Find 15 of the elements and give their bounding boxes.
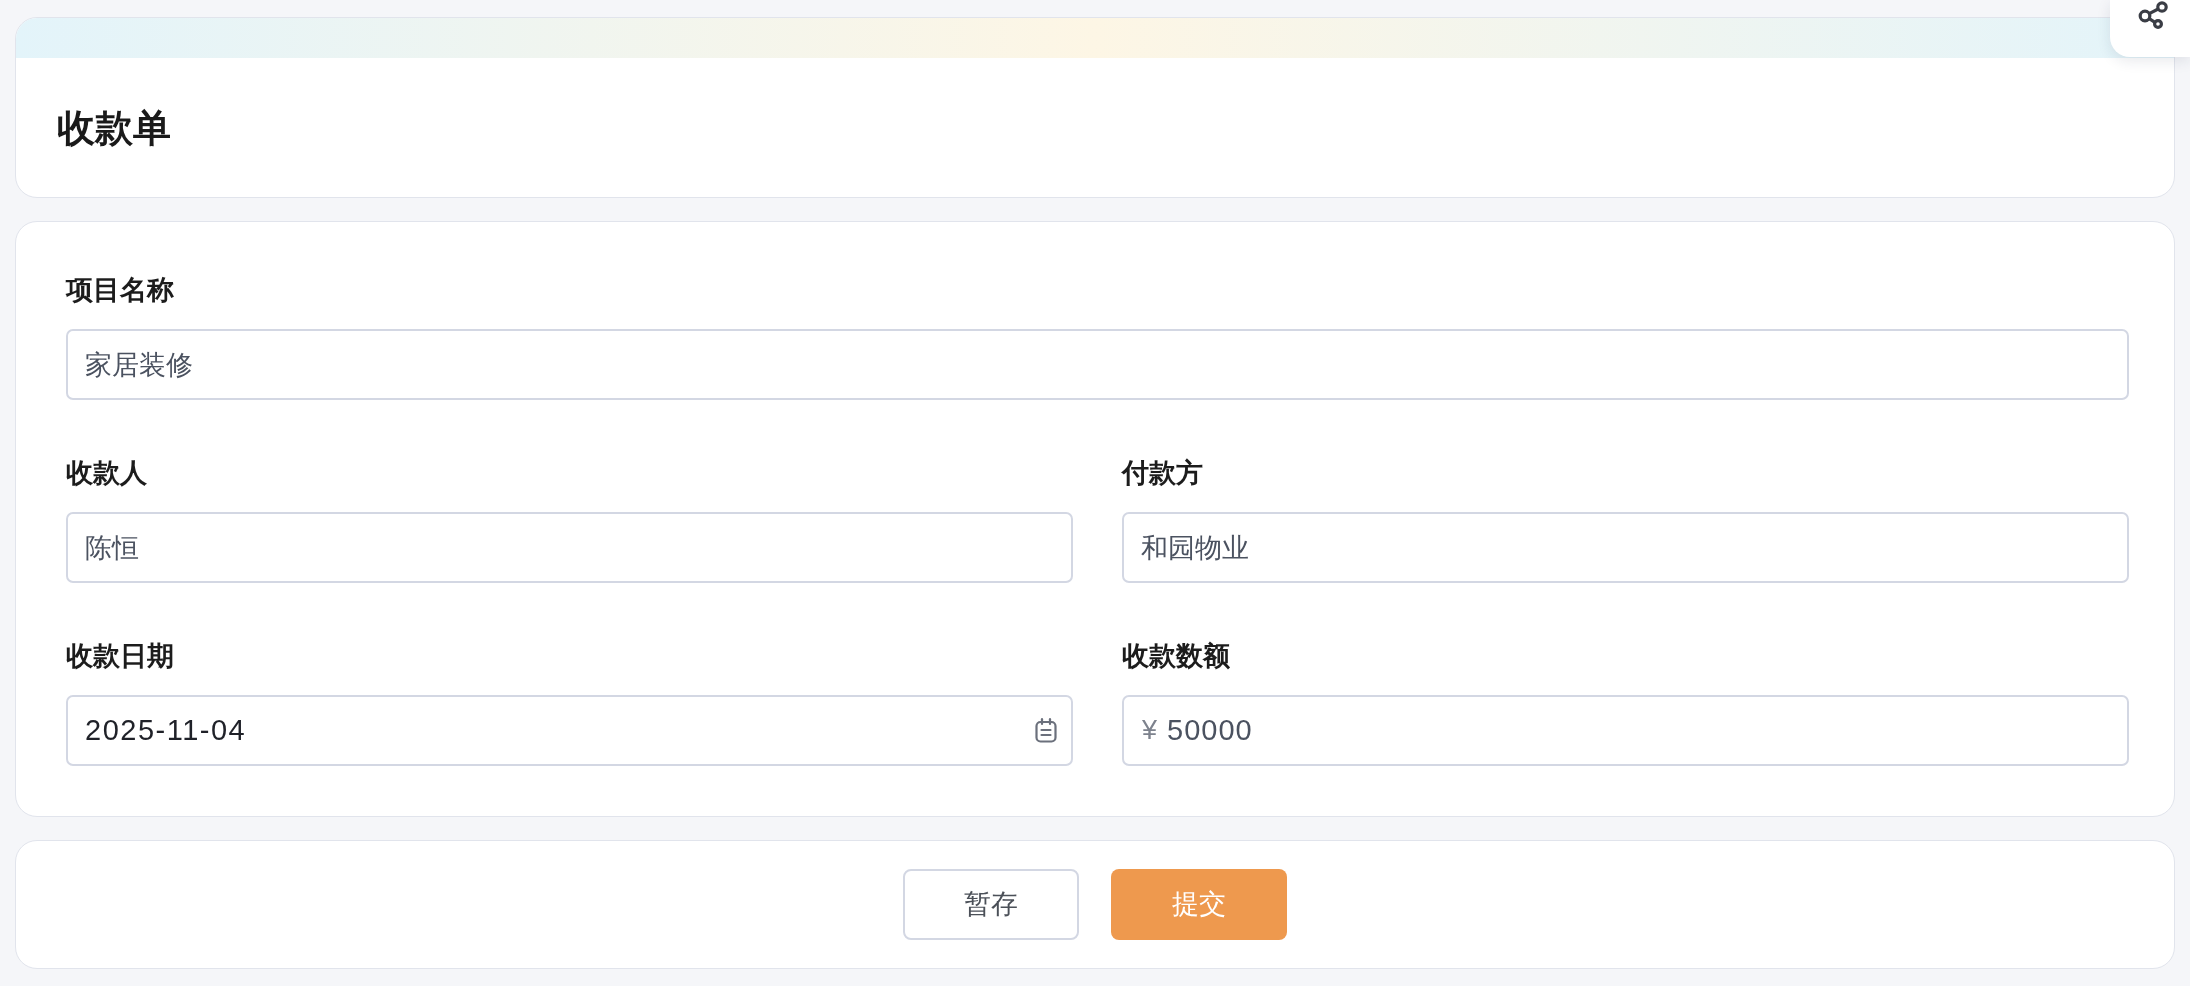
field-label: 付款方 xyxy=(1122,457,1203,490)
share-button[interactable] xyxy=(2110,0,2190,57)
share-icon xyxy=(2138,1,2170,29)
page-title: 收款单 xyxy=(57,105,171,151)
field-label: 项目名称 xyxy=(66,274,174,307)
save-draft-button[interactable]: 暂存 xyxy=(903,869,1079,940)
text-field[interactable]: 和园物业 xyxy=(1122,512,2129,583)
calendar-icon[interactable] xyxy=(1035,718,1057,743)
date-field[interactable]: 2025-11-04 xyxy=(66,695,1073,766)
field-label: 收款日期 xyxy=(66,640,174,673)
text-field[interactable]: 家居装修 xyxy=(66,329,2129,400)
amount-field[interactable]: ¥ 50000 xyxy=(1122,695,2129,766)
field-label: 收款数额 xyxy=(1122,640,1230,673)
field-label: 收款人 xyxy=(66,457,147,490)
text-field[interactable]: 陈恒 xyxy=(66,512,1073,583)
